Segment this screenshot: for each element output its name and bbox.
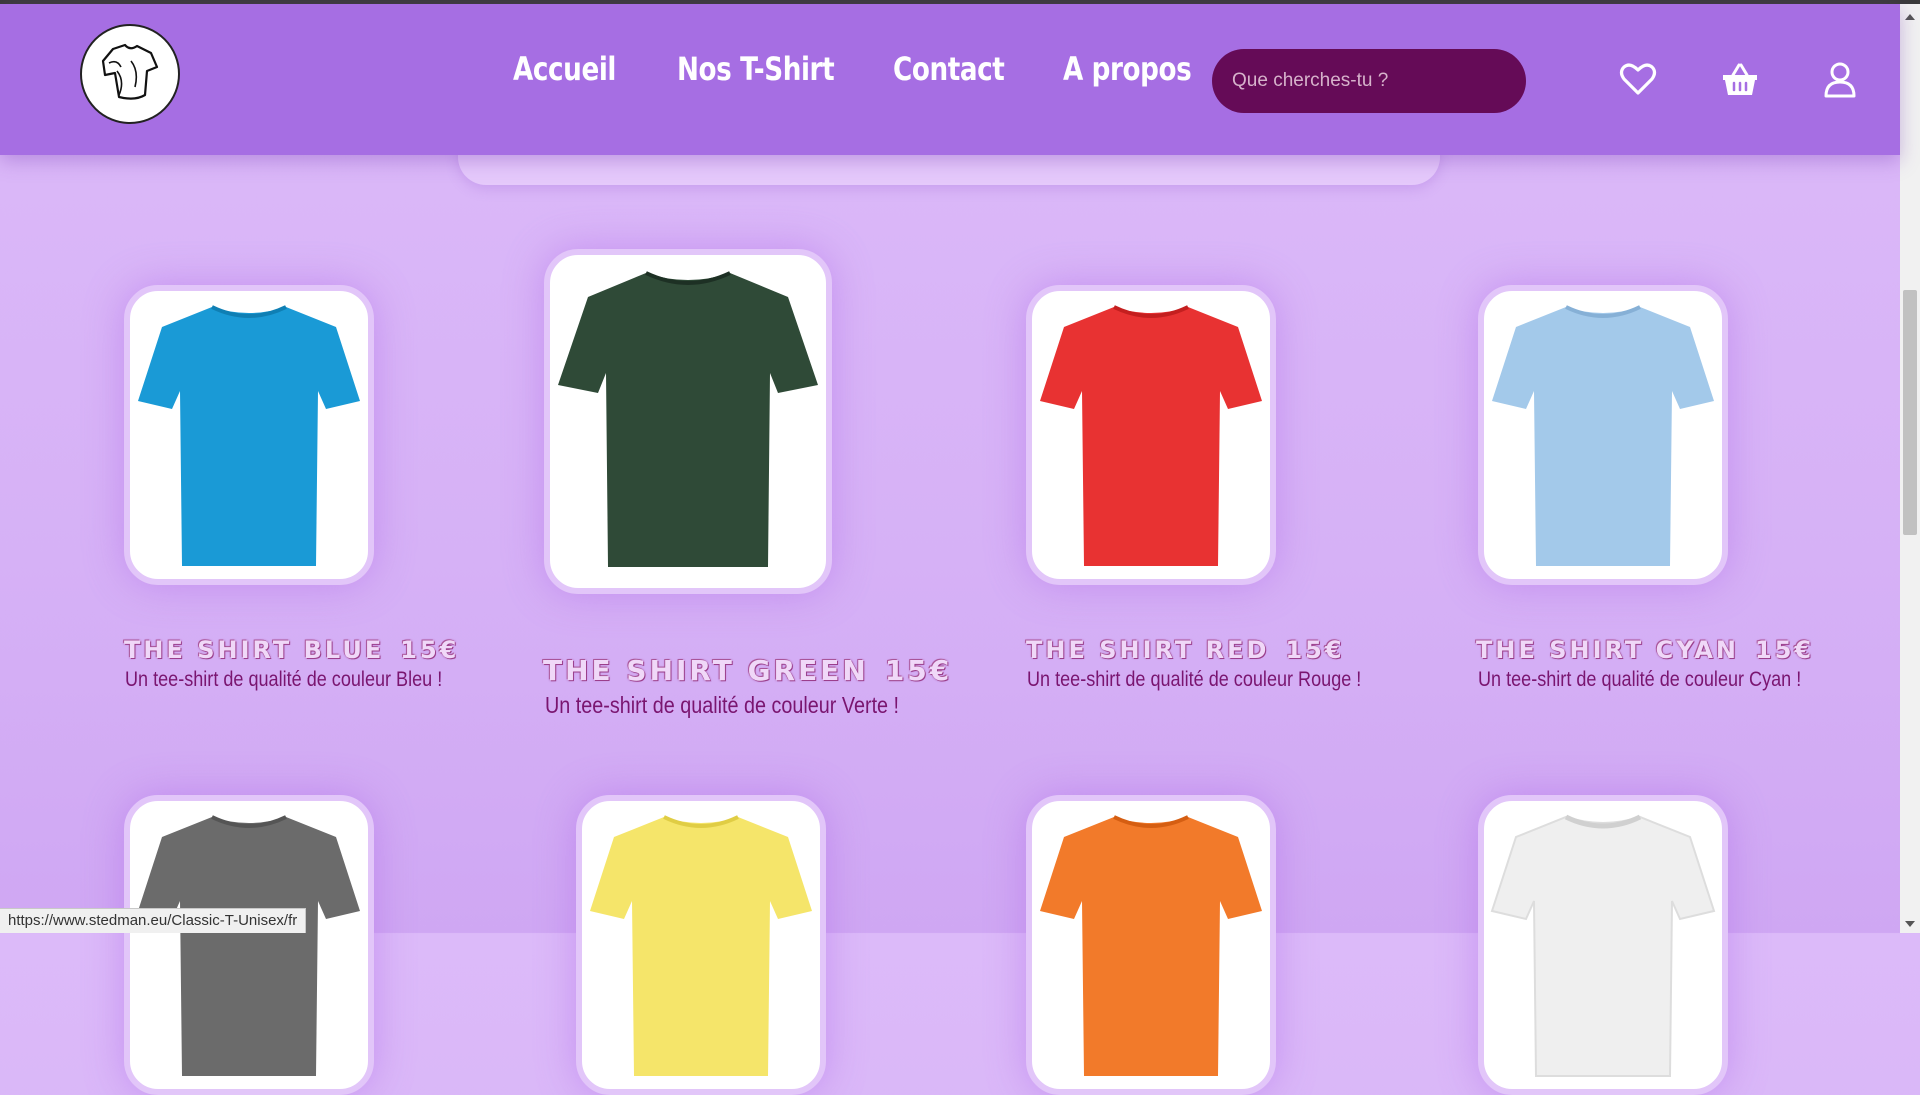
- product-description-cyan: Un tee-shirt de qualité de couleur Cyan …: [1478, 668, 1802, 691]
- product-title-red: THE SHIRT RED 15€: [1026, 636, 1345, 664]
- product-description-green: Un tee-shirt de qualité de couleur Verte…: [545, 692, 900, 718]
- product-price: 15€: [1755, 636, 1815, 664]
- product-name: THE SHIRT CYAN: [1476, 636, 1739, 664]
- product-card-blue[interactable]: [124, 285, 374, 585]
- site-logo[interactable]: [80, 24, 180, 124]
- product-title-blue: THE SHIRT BLUE 15€: [124, 636, 459, 664]
- product-description-red: Un tee-shirt de qualité de couleur Rouge…: [1027, 668, 1362, 691]
- search-input[interactable]: [1212, 49, 1526, 113]
- tshirt-image-white: [1490, 814, 1716, 1077]
- status-bar-url: https://www.stedman.eu/Classic-T-Unisex/…: [0, 908, 307, 933]
- nav-home[interactable]: Accueil: [513, 50, 616, 88]
- tshirt-image-green: [558, 271, 818, 567]
- scroll-down-arrow-icon[interactable]: [1905, 921, 1915, 927]
- basket-icon[interactable]: [1720, 60, 1760, 100]
- tshirt-image-cyan: [1492, 305, 1714, 566]
- product-card-orange[interactable]: [1026, 795, 1276, 1095]
- tshirt-logo-icon: [95, 37, 165, 112]
- site-header: Accueil Nos T-Shirt Contact A propos: [0, 4, 1900, 155]
- scroll-up-arrow-icon[interactable]: [1905, 14, 1915, 20]
- product-price: 15€: [400, 636, 460, 664]
- tshirt-image-grey: [138, 815, 360, 1076]
- tshirt-image-blue: [138, 305, 360, 566]
- nav-about[interactable]: A propos: [1063, 50, 1192, 88]
- product-card-green[interactable]: [544, 249, 832, 594]
- product-title-green: THE SHIRT GREEN 15€: [543, 654, 952, 687]
- product-card-cyan[interactable]: [1478, 285, 1728, 585]
- product-card-yellow[interactable]: [576, 795, 826, 1095]
- tshirt-image-orange: [1040, 815, 1262, 1076]
- product-card-white[interactable]: [1478, 795, 1728, 1095]
- tshirt-image-red: [1040, 305, 1262, 566]
- product-name: THE SHIRT RED: [1026, 636, 1270, 664]
- tshirt-image-yellow: [590, 815, 812, 1076]
- heart-icon[interactable]: [1618, 60, 1658, 100]
- product-card-red[interactable]: [1026, 285, 1276, 585]
- nav-contact[interactable]: Contact: [893, 50, 1005, 88]
- product-description-blue: Un tee-shirt de qualité de couleur Bleu …: [125, 668, 443, 691]
- nav-tshirts[interactable]: Nos T-Shirt: [677, 50, 835, 88]
- product-price: 15€: [884, 654, 953, 687]
- product-price: 15€: [1285, 636, 1345, 664]
- product-name: THE SHIRT GREEN: [543, 654, 869, 687]
- product-card-grey[interactable]: [124, 795, 374, 1095]
- user-icon[interactable]: [1820, 60, 1860, 100]
- scrollbar-thumb[interactable]: [1903, 290, 1917, 535]
- vertical-scrollbar[interactable]: [1900, 4, 1920, 933]
- product-name: THE SHIRT BLUE: [124, 636, 385, 664]
- product-title-cyan: THE SHIRT CYAN 15€: [1476, 636, 1814, 664]
